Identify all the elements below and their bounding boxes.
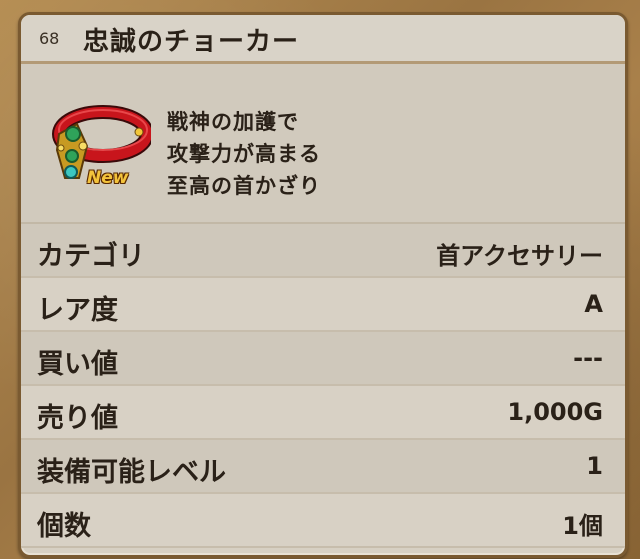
stat-row-quantity: 個数 1個	[21, 494, 625, 548]
description-area: New 戦神の加護で 攻撃力が高まる 至高の首かざり	[21, 64, 625, 224]
stat-value: A	[584, 290, 603, 318]
new-badge: New	[87, 168, 129, 188]
stat-row-category: カテゴリ 首アクセサリー	[21, 224, 625, 278]
stat-value: 1	[586, 452, 603, 480]
stat-value: 1,000G	[507, 398, 603, 426]
stat-row-sell-price: 売り値 1,000G	[21, 386, 625, 440]
stat-label: 装備可能レベル	[37, 457, 226, 488]
item-detail-panel: 68 忠誠のチョーカー New 戦神の加護で 攻撃力が高まる 至高の首かざり カ…	[18, 12, 628, 558]
stat-label: 売り値	[37, 403, 118, 434]
stat-row-buy-price: 買い値 ---	[21, 332, 625, 386]
title-bar: 68 忠誠のチョーカー	[21, 15, 625, 64]
description-line: 戦神の加護で	[167, 110, 299, 134]
stat-label: 個数	[37, 511, 91, 542]
stat-label: カテゴリ	[37, 241, 145, 272]
stats-table: カテゴリ 首アクセサリー レア度 A 買い値 --- 売り値 1,000G 装備…	[21, 224, 625, 548]
stat-value: 1個	[562, 512, 603, 540]
stat-row-equip-level: 装備可能レベル 1	[21, 440, 625, 494]
stat-label: 買い値	[37, 349, 118, 380]
item-number: 68	[39, 29, 60, 48]
stat-value: 首アクセサリー	[436, 242, 603, 270]
stat-label: レア度	[37, 295, 118, 326]
description-line: 攻撃力が高まる	[167, 142, 321, 166]
item-name: 忠誠のチョーカー	[83, 27, 300, 57]
description-line: 至高の首かざり	[167, 174, 321, 198]
stat-row-rarity: レア度 A	[21, 278, 625, 332]
stat-value: ---	[573, 344, 603, 372]
